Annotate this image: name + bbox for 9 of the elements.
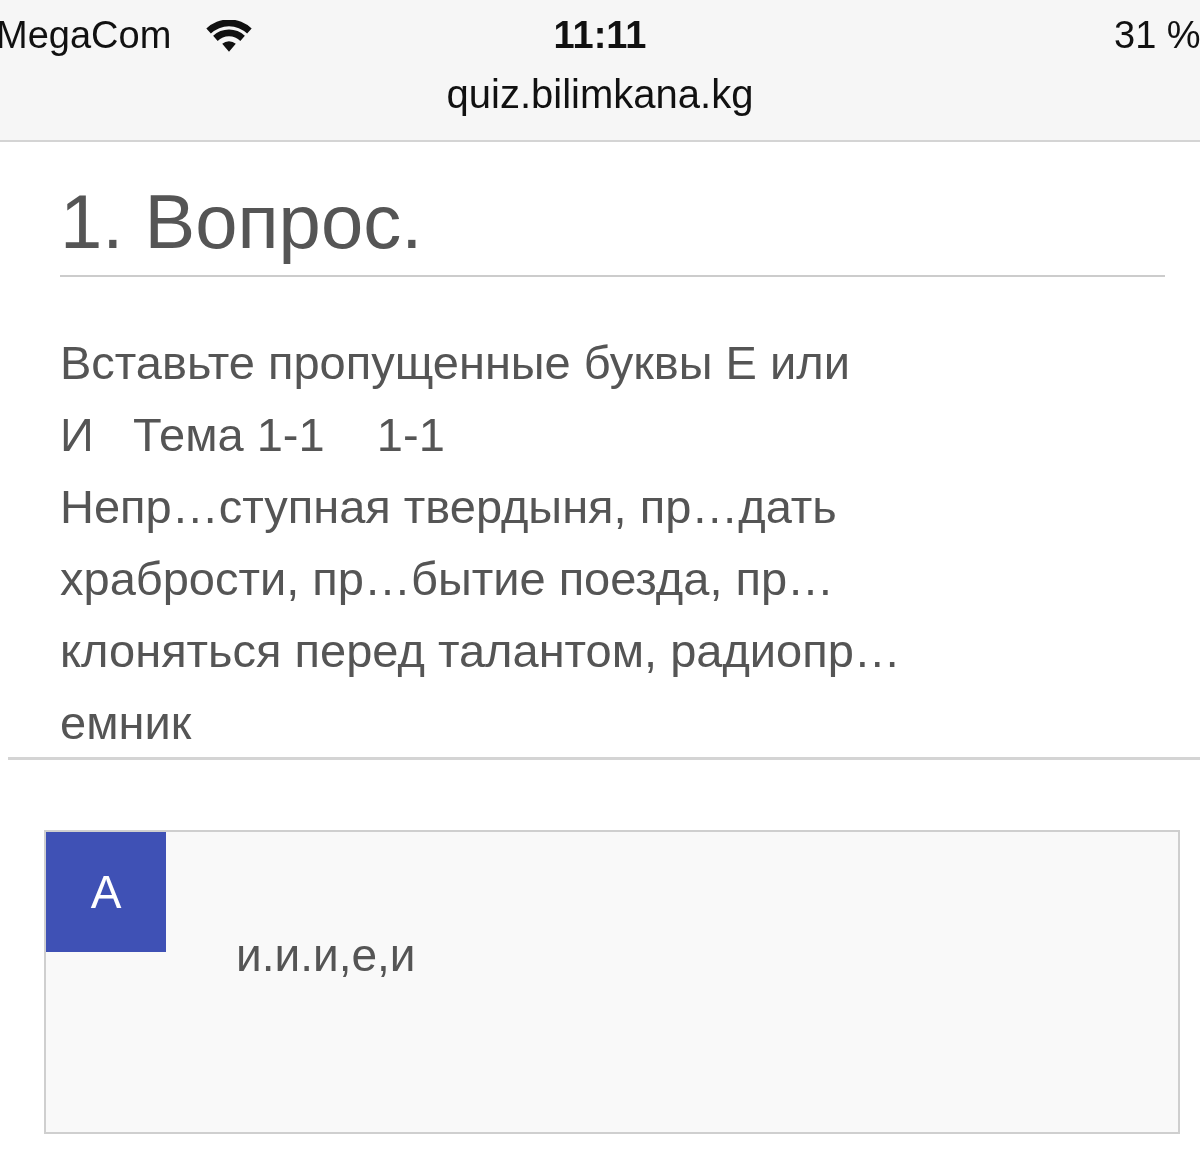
question-heading: 1. Вопрос. bbox=[60, 178, 1165, 277]
question-text: Вставьте пропущенные буквы Е или И Тема 1-1 1-1 Непр…ступная твердыня, пр…дать храбрости, пр…бытие поезда, пр… клоняться перед талантом, радиопр… емник bbox=[60, 335, 902, 751]
answer-letter: A bbox=[46, 832, 166, 952]
answer-option[interactable]: A и.и.и,е,и bbox=[44, 830, 1180, 1134]
clock-time: 11:11 bbox=[552, 14, 648, 57]
url-text[interactable]: quiz.bilimkana.kg bbox=[446, 72, 754, 117]
battery-percent: 31 % bbox=[1114, 14, 1200, 57]
wifi-icon bbox=[206, 20, 252, 54]
answer-text: и.и.и,е,и bbox=[236, 928, 416, 982]
